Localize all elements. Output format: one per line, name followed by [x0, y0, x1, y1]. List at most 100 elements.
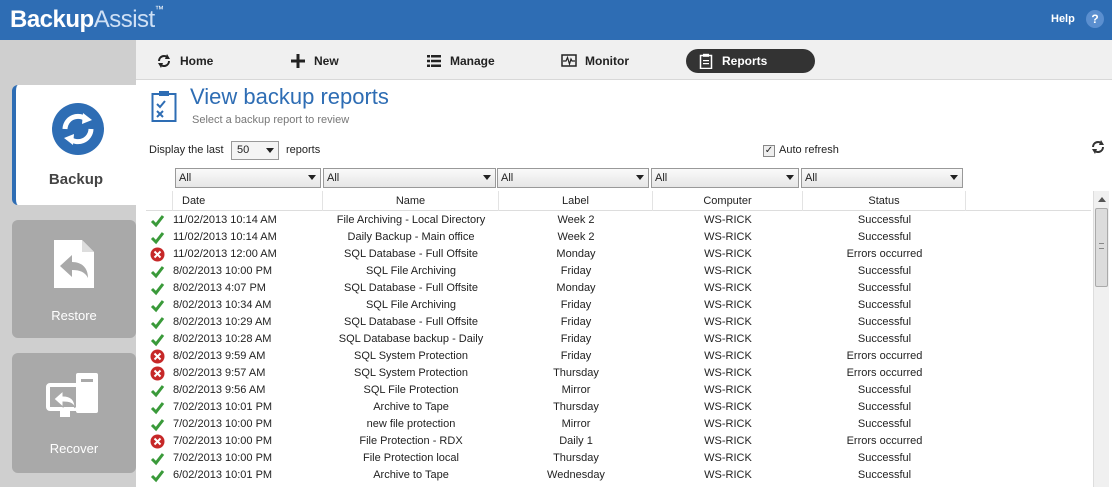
success-check-icon	[150, 334, 165, 347]
nav-home[interactable]: Home	[156, 49, 226, 73]
cell-computer: WS-RICK	[704, 367, 752, 379]
table-row[interactable]: 8/02/2013 10:28 AM SQL Database backup - …	[146, 331, 1091, 348]
table-row[interactable]: 8/02/2013 9:57 AM SQL System Protection Th…	[146, 365, 1091, 382]
sidebar-item-restore[interactable]: Restore	[12, 220, 136, 338]
vertical-scrollbar[interactable]	[1093, 191, 1109, 487]
cell-label: Thursday	[553, 401, 599, 413]
cell-label: Wednesday	[547, 469, 605, 481]
table-row[interactable]: 11/02/2013 10:14 AM File Archiving - Loca…	[146, 212, 1091, 229]
cell-name: Archive to Tape	[373, 401, 449, 413]
table-row[interactable]: 8/02/2013 10:29 AM SQL Database - Full Of…	[146, 314, 1091, 331]
nav-label: Manage	[450, 54, 495, 68]
cell-date: 8/02/2013 9:56 AM	[173, 384, 266, 396]
table-row[interactable]: 6/02/2013 10:01 PM Archive to Tape Wednesd…	[146, 467, 1091, 484]
help-link[interactable]: Help	[1051, 13, 1075, 25]
cell-status: Successful	[857, 231, 912, 243]
top-bar: BackupAssist™ Help ?	[0, 0, 1112, 40]
cell-name: SQL Database - Full Offsite	[344, 248, 478, 260]
cell-name: SQL System Protection	[354, 350, 468, 362]
cell-name: SQL File Protection	[363, 384, 459, 396]
cell-date: 8/02/2013 9:57 AM	[173, 367, 266, 379]
sidebar-item-label: Restore	[51, 308, 97, 323]
column-header-status[interactable]: Status	[803, 191, 966, 211]
nav-reports[interactable]: Reports	[686, 49, 815, 73]
table-row[interactable]: 7/02/2013 10:00 PM File Protection local T…	[146, 450, 1091, 467]
column-header-computer[interactable]: Computer	[653, 191, 803, 211]
nav-label: Reports	[722, 54, 768, 68]
cell-computer: WS-RICK	[704, 401, 752, 413]
cell-label: Week 2	[557, 231, 595, 243]
success-check-icon	[150, 215, 165, 228]
cell-date: 8/02/2013 10:28 AM	[173, 333, 272, 345]
cell-name: File Protection - RDX	[359, 435, 463, 447]
clipboard-icon	[699, 53, 713, 69]
cell-status: Errors occurred	[846, 435, 923, 447]
nav-new[interactable]: New	[290, 49, 360, 73]
app-logo: BackupAssist™	[10, 4, 164, 33]
scrollbar-thumb[interactable]	[1095, 208, 1108, 287]
status-icon-cell	[146, 433, 170, 450]
sidebar-item-label: Recover	[49, 441, 99, 456]
cell-date: 11/02/2013 10:14 AM	[173, 214, 277, 226]
cell-status: Successful	[857, 316, 912, 328]
scroll-up-icon[interactable]	[1098, 197, 1106, 202]
cell-label: Friday	[560, 265, 592, 277]
cell-label: Friday	[560, 316, 592, 328]
column-header-date[interactable]: Date	[173, 191, 323, 211]
cell-label: Monday	[556, 282, 596, 294]
table-row[interactable]: 8/02/2013 9:56 AM SQL File Protection Mirr…	[146, 382, 1091, 399]
table-row[interactable]: 8/02/2013 4:07 PM SQL Database - Full Off…	[146, 280, 1091, 297]
nav-manage[interactable]: Manage	[426, 49, 516, 73]
cell-date: 8/02/2013 10:29 AM	[173, 316, 272, 328]
filter-status[interactable]: All	[801, 168, 963, 188]
chevron-down-icon	[950, 175, 958, 180]
sidebar-item-backup[interactable]: Backup	[12, 85, 136, 205]
report-count-value: 50	[237, 144, 250, 156]
status-icon-cell	[146, 212, 170, 229]
auto-refresh-label[interactable]: Auto refresh	[779, 144, 839, 156]
refresh-icon[interactable]	[1090, 139, 1106, 155]
chevron-down-icon	[266, 148, 274, 153]
cell-label: Thursday	[553, 452, 599, 464]
filter-label[interactable]: All	[497, 168, 649, 188]
table-row[interactable]: 8/02/2013 10:00 PM SQL File Archiving Frid…	[146, 263, 1091, 280]
cell-status: Errors occurred	[846, 350, 923, 362]
success-check-icon	[150, 283, 165, 296]
filter-name[interactable]: All	[323, 168, 496, 188]
filter-computer[interactable]: All	[651, 168, 799, 188]
cell-computer: WS-RICK	[704, 299, 752, 311]
table-row[interactable]: 7/02/2013 10:01 PM Archive to Tape Thursda…	[146, 399, 1091, 416]
help-icon[interactable]: ?	[1086, 10, 1104, 28]
cell-computer: WS-RICK	[704, 435, 752, 447]
column-header-label[interactable]: Label	[499, 191, 653, 211]
table-row[interactable]: 8/02/2013 9:59 AM SQL System Protection Fr…	[146, 348, 1091, 365]
table-row[interactable]: 11/02/2013 12:00 AM SQL Database - Full O…	[146, 246, 1091, 263]
plus-icon	[291, 54, 305, 68]
cell-date: 7/02/2013 10:00 PM	[173, 418, 273, 430]
filter-date[interactable]: All	[175, 168, 321, 188]
cell-computer: WS-RICK	[704, 248, 752, 260]
cell-computer: WS-RICK	[704, 452, 752, 464]
cell-status: Successful	[857, 401, 912, 413]
table-row[interactable]: 7/02/2013 10:00 PM File Protection - RDX D…	[146, 433, 1091, 450]
cell-date: 7/02/2013 10:00 PM	[173, 452, 273, 464]
status-icon-cell	[146, 450, 170, 467]
success-check-icon	[150, 470, 165, 483]
cell-label: Thursday	[553, 367, 599, 379]
table-row[interactable]: 7/02/2013 10:00 PM new file protection Mir…	[146, 416, 1091, 433]
sidebar-item-recover[interactable]: Recover	[12, 353, 136, 473]
chevron-down-icon	[483, 175, 491, 180]
filter-value: All	[179, 172, 192, 184]
nav-monitor[interactable]: Monitor	[561, 49, 651, 73]
table-row[interactable]: 11/02/2013 10:14 AM Daily Backup - Main o…	[146, 229, 1091, 246]
auto-refresh-checkbox[interactable]: ✓	[763, 145, 775, 157]
cell-computer: WS-RICK	[704, 316, 752, 328]
table-row[interactable]: 8/02/2013 10:34 AM SQL File Archiving Frid…	[146, 297, 1091, 314]
cell-label: Friday	[560, 350, 592, 362]
chevron-down-icon	[308, 175, 316, 180]
status-icon-cell	[146, 399, 170, 416]
report-count-select[interactable]: 50	[231, 141, 279, 160]
success-check-icon	[150, 385, 165, 398]
column-header-name[interactable]: Name	[323, 191, 499, 211]
cell-status: Errors occurred	[846, 248, 923, 260]
